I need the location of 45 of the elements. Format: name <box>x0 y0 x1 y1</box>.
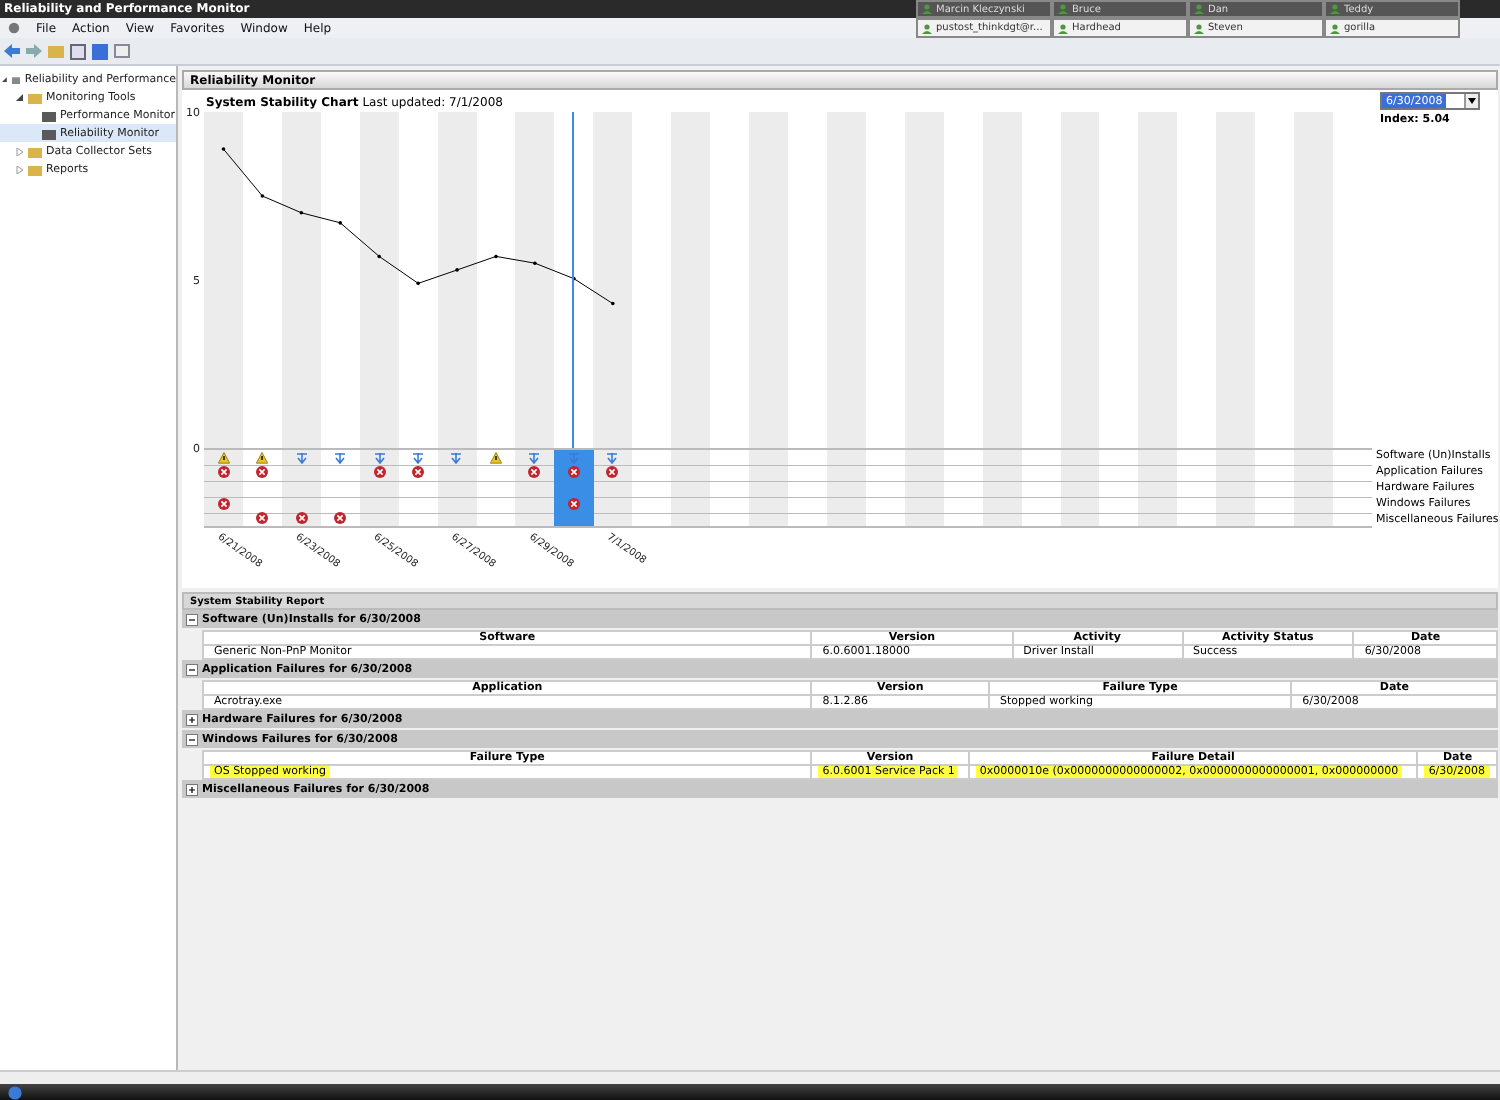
user-icon <box>1330 4 1340 14</box>
expand-icon[interactable] <box>186 713 198 725</box>
collapse-icon[interactable] <box>186 733 198 745</box>
error-icon <box>411 466 424 479</box>
caret-icon <box>1468 98 1476 104</box>
collapse-icon[interactable] <box>186 613 198 625</box>
warning-icon <box>256 451 269 464</box>
error-icon <box>256 512 269 525</box>
warning-icon <box>489 451 502 464</box>
install-arrow-icon <box>334 451 347 464</box>
expand-icon[interactable] <box>186 783 198 795</box>
error-icon <box>217 466 230 479</box>
collapse-arrow-icon[interactable] <box>16 93 24 101</box>
user-icon <box>1194 23 1204 33</box>
error-icon <box>373 466 386 479</box>
back-arrow-icon[interactable] <box>4 44 20 58</box>
user-icon <box>922 4 932 14</box>
install-arrow-icon <box>373 451 386 464</box>
user-icon <box>922 23 932 33</box>
error-icon <box>217 497 230 510</box>
properties-icon[interactable] <box>114 44 130 58</box>
user-icon <box>1058 4 1068 14</box>
user-icon <box>1058 23 1068 33</box>
start-orb-icon[interactable] <box>8 1085 22 1099</box>
error-icon <box>334 512 347 525</box>
error-icon <box>295 512 308 525</box>
warning-icon <box>217 451 230 464</box>
install-arrow-icon <box>295 451 308 464</box>
collapse-arrow-icon[interactable] <box>2 75 8 83</box>
install-arrow-icon <box>450 451 463 464</box>
error-icon <box>256 466 269 479</box>
install-arrow-icon <box>411 451 424 464</box>
help-icon[interactable] <box>92 43 108 59</box>
error-icon <box>567 497 580 510</box>
user-icon <box>1330 23 1340 33</box>
error-icon <box>528 466 541 479</box>
app-icon <box>8 22 20 34</box>
error-icon <box>606 466 619 479</box>
install-arrow-icon <box>528 451 541 464</box>
collapse-icon[interactable] <box>186 663 198 675</box>
console-tree-icon[interactable] <box>70 43 86 59</box>
error-icon <box>567 466 580 479</box>
install-arrow-icon <box>606 451 619 464</box>
install-arrow-icon <box>567 451 580 464</box>
user-icon <box>1194 4 1204 14</box>
